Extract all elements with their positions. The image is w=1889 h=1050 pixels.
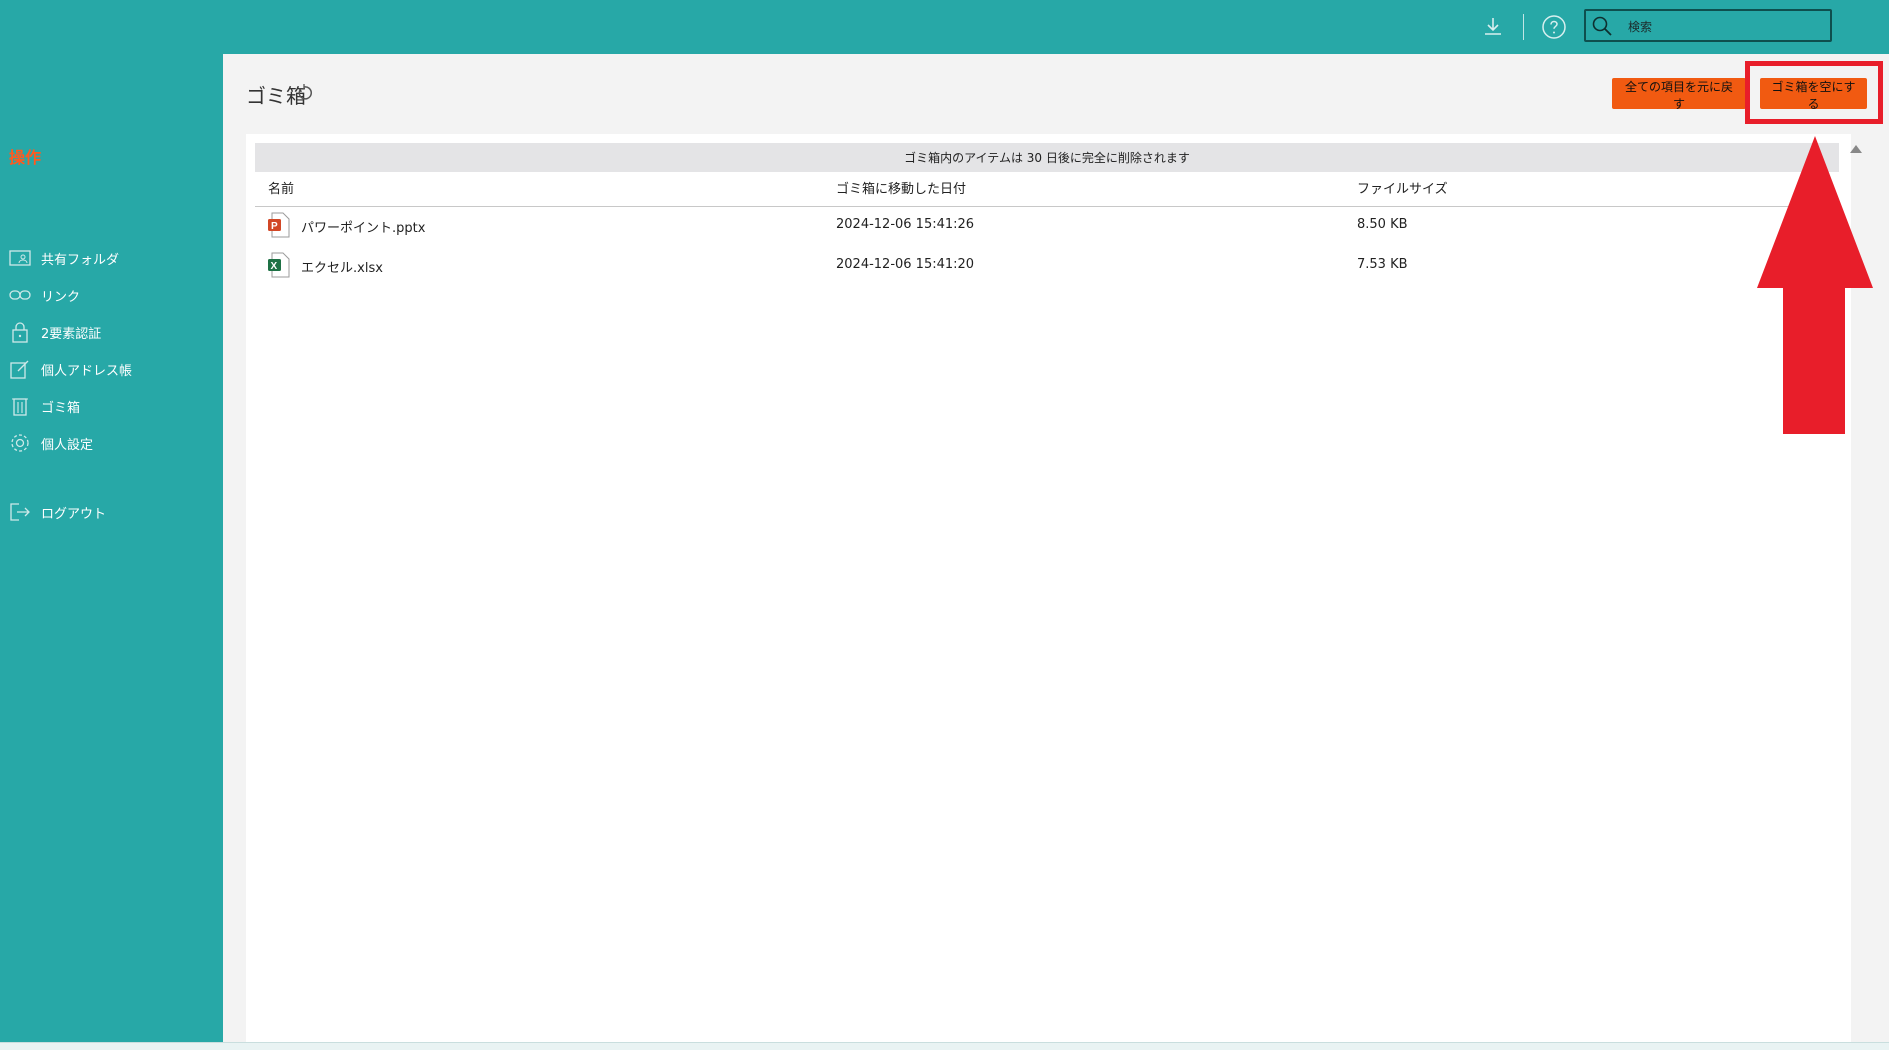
deleted-date: 2024-12-06 15:41:20: [836, 257, 975, 272]
edit-icon: [9, 358, 31, 380]
sidebar-item-shared-folder[interactable]: 共有フォルダ: [9, 244, 209, 272]
svg-text:X: X: [271, 261, 278, 272]
excel-file-icon: X: [267, 251, 291, 283]
help-icon[interactable]: [1541, 14, 1567, 40]
logout-icon: [9, 501, 31, 523]
refresh-icon[interactable]: [296, 84, 314, 106]
search-icon: [1592, 16, 1612, 36]
sidebar-item-trash[interactable]: ゴミ箱: [9, 392, 209, 420]
sidebar-item-settings[interactable]: 個人設定: [9, 429, 209, 457]
toolbar-divider: [1523, 14, 1524, 40]
file-name: パワーポイント.pptx: [301, 221, 426, 236]
highlight-box: [1745, 61, 1883, 124]
column-header-size[interactable]: ファイルサイズ: [1357, 178, 1448, 197]
sidebar-item-link[interactable]: リンク: [9, 281, 209, 309]
search-input[interactable]: [1626, 15, 1825, 39]
sidebar-item-label: 2要素認証: [41, 326, 102, 342]
file-size: 8.50 KB: [1357, 217, 1408, 232]
sidebar-item-address-book[interactable]: 個人アドレス帳: [9, 355, 209, 383]
sidebar-heading: 操作: [9, 148, 42, 167]
sidebar-item-label: 個人設定: [41, 437, 94, 453]
link-icon: [9, 284, 31, 306]
top-bar: [0, 0, 1889, 54]
column-header-date[interactable]: ゴミ箱に移動した日付: [836, 178, 966, 197]
sidebar-item-two-factor[interactable]: 2要素認証: [9, 318, 209, 346]
file-name: エクセル.xlsx: [301, 261, 383, 276]
sidebar-item-label: ログアウト: [41, 506, 107, 522]
shared-folder-icon: [9, 247, 31, 269]
red-arrow-annotation: [1757, 136, 1873, 434]
restore-all-button[interactable]: 全ての項目を元に戻す: [1612, 78, 1746, 111]
sidebar-item-label: 共有フォルダ: [41, 252, 120, 268]
sidebar-item-label: 個人アドレス帳: [41, 363, 133, 379]
trash-icon: [9, 395, 31, 417]
table-row[interactable]: P パワーポイント.pptx 2024-12-06 15:41:26 8.50 …: [255, 207, 1839, 245]
search-box[interactable]: [1584, 9, 1832, 42]
sidebar-item-label: ゴミ箱: [41, 400, 81, 416]
download-icon[interactable]: [1480, 14, 1506, 40]
svg-text:P: P: [271, 221, 278, 232]
file-size: 7.53 KB: [1357, 257, 1408, 272]
sidebar: [0, 54, 223, 1042]
retention-notice: ゴミ箱内のアイテムは 30 日後に完全に削除されます: [255, 143, 1839, 172]
powerpoint-file-icon: P: [267, 211, 291, 243]
table-row[interactable]: X エクセル.xlsx 2024-12-06 15:41:20 7.53 KB: [255, 247, 1839, 285]
sidebar-item-label: リンク: [41, 289, 81, 305]
lock-icon: [9, 321, 31, 343]
sidebar-item-logout[interactable]: ログアウト: [9, 498, 209, 526]
gear-icon: [9, 432, 31, 454]
deleted-date: 2024-12-06 15:41:26: [836, 217, 975, 232]
column-header-name[interactable]: 名前: [268, 178, 294, 197]
